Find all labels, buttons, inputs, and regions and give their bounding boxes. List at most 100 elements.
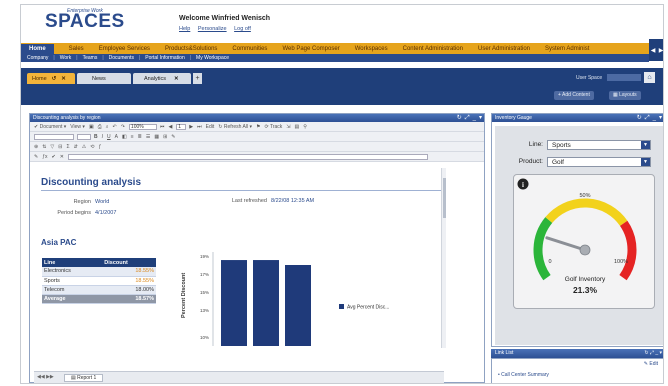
subnav-item-documents[interactable]: Documents <box>109 55 134 61</box>
subnav-item-work[interactable]: Work <box>60 55 72 61</box>
tab-home[interactable]: Home ↺ ✕ <box>27 73 75 84</box>
minimize-icon[interactable]: _ <box>653 114 656 122</box>
chart-icon[interactable]: ▤ <box>295 124 300 130</box>
link-list-item[interactable]: • Call Center Summary <box>498 372 549 378</box>
page-input[interactable]: 1 <box>176 123 187 130</box>
formula-function-icon[interactable]: ƒx <box>42 154 47 160</box>
nav-item-products-solutions[interactable]: Products&Solutions <box>165 46 217 52</box>
logoff-link[interactable]: Log off <box>234 26 251 32</box>
edit-button[interactable]: Edit <box>206 124 215 130</box>
format-icon[interactable]: ✎ <box>171 134 175 140</box>
subnav-item-teams[interactable]: Teams <box>83 55 98 61</box>
print-icon[interactable]: ⎙ <box>98 124 102 130</box>
close-icon[interactable]: ✕ <box>61 76 66 82</box>
find-icon[interactable]: ⌕ <box>106 124 109 130</box>
layouts-button[interactable]: ▦ Layouts <box>609 91 641 100</box>
refresh-icon[interactable]: ↻ <box>644 350 648 356</box>
formula-edit-icon[interactable]: ✎ <box>34 154 38 160</box>
minimize-icon[interactable]: _ <box>655 350 658 356</box>
refresh-all-button[interactable]: ↻ Refresh All ▾ <box>218 124 252 130</box>
ranking-icon[interactable]: ⇵ <box>74 144 78 150</box>
nav-item-communities[interactable]: Communities <box>232 46 267 52</box>
nav-item-home[interactable]: Home <box>21 43 54 54</box>
user-space-selector[interactable] <box>607 74 641 81</box>
close-icon[interactable]: ✕ <box>174 76 179 82</box>
edit-link[interactable]: ✎ Edit <box>644 361 658 367</box>
nav-scroll-arrows[interactable]: ◀ ▶ <box>649 39 663 61</box>
minimize-icon[interactable]: _ <box>473 114 476 122</box>
save-icon[interactable]: ▣ <box>89 124 94 130</box>
font-size-select[interactable] <box>77 133 91 140</box>
personalize-link[interactable]: Personalize <box>198 26 227 32</box>
sort-icon[interactable]: ⇅ <box>42 144 46 150</box>
search-icon[interactable]: ⚲ <box>303 124 307 130</box>
merge-icon[interactable]: ⊞ <box>163 134 167 140</box>
chevron-left-icon[interactable]: ◀ <box>651 47 656 54</box>
tab-news[interactable]: News <box>77 73 131 84</box>
insert-icon[interactable]: ⊕ <box>34 144 38 150</box>
tab-analytics[interactable]: Analytics ✕ <box>133 73 191 84</box>
previous-page-icon[interactable]: ◀ <box>168 124 172 130</box>
add-tab-button[interactable]: + <box>193 73 202 84</box>
expand-icon[interactable]: ⤢ <box>645 114 650 122</box>
menu-icon[interactable]: ▾ <box>479 114 482 122</box>
document-vertical-scrollbar[interactable] <box>441 168 446 348</box>
refresh-icon[interactable]: ↺ <box>52 76 57 82</box>
align-right-icon[interactable]: ☰ <box>146 134 150 140</box>
report-tab[interactable]: ▤ Report 1 <box>64 374 104 382</box>
nav-item-sales[interactable]: Sales <box>69 46 84 52</box>
nav-item-system-administration[interactable]: System Administ <box>545 46 589 52</box>
font-color-icon[interactable]: A <box>115 134 118 140</box>
filter-icon[interactable]: ▽ <box>50 144 54 150</box>
menu-icon[interactable]: ▾ <box>659 350 662 356</box>
zoom-input[interactable]: 100% <box>128 123 157 130</box>
chevron-down-icon[interactable]: ▼ <box>641 158 650 166</box>
line-dropdown[interactable]: Sports ▼ <box>547 140 651 150</box>
sum-icon[interactable]: Σ <box>66 144 69 150</box>
menu-icon[interactable]: ▾ <box>659 114 662 122</box>
subnav-item-company[interactable]: Company <box>27 55 48 61</box>
home-icon[interactable]: ⌂ <box>644 72 655 83</box>
formula-cancel-icon[interactable]: ✕ <box>60 154 64 160</box>
undo-icon[interactable]: ↶ <box>113 124 117 130</box>
align-center-icon[interactable]: ≣ <box>138 134 142 140</box>
subnav-item-my-workspace[interactable]: My Workspace <box>196 55 229 61</box>
turn-to-icon[interactable]: ⟲ <box>90 144 94 150</box>
view-menu[interactable]: View ▾ <box>70 124 85 130</box>
italic-icon[interactable]: I <box>102 134 103 140</box>
add-content-button[interactable]: + Add Content <box>554 91 594 100</box>
help-link[interactable]: Help <box>179 26 190 32</box>
redo-icon[interactable]: ↷ <box>121 124 125 130</box>
align-left-icon[interactable]: ≡ <box>131 134 134 140</box>
last-page-icon[interactable]: ⏭ <box>197 124 202 130</box>
break-icon[interactable]: ⊟ <box>58 144 62 150</box>
alerter-icon[interactable]: ⚠ <box>82 144 86 150</box>
variable-icon[interactable]: ƒ <box>98 144 101 150</box>
chevron-right-icon[interactable]: ▶ <box>659 47 663 54</box>
nav-item-workspaces[interactable]: Workspaces <box>355 46 388 52</box>
formula-input[interactable] <box>67 153 428 160</box>
expand-icon[interactable]: ⤢ <box>650 350 654 356</box>
document-menu[interactable]: ✔ Document ▾ <box>34 124 66 130</box>
tab-nav-arrows-icon[interactable]: ◀◀ ▶▶ <box>37 374 54 380</box>
scrollbar-thumb[interactable] <box>443 178 446 218</box>
nav-item-web-page-composer[interactable]: Web Page Composer <box>282 46 339 52</box>
chevron-down-icon[interactable]: ▼ <box>641 141 650 149</box>
next-page-icon[interactable]: ▶ <box>189 124 193 130</box>
drill-icon[interactable]: ⇲ <box>286 124 290 130</box>
font-family-select[interactable] <box>34 133 74 140</box>
nav-item-user-administration[interactable]: User Administration <box>478 46 530 52</box>
underline-icon[interactable]: U <box>107 134 111 140</box>
subnav-item-portal-information[interactable]: Portal Information <box>145 55 184 61</box>
product-dropdown[interactable]: Golf ▼ <box>547 157 651 167</box>
first-page-icon[interactable]: ⏮ <box>160 124 165 130</box>
borders-icon[interactable]: ▦ <box>154 134 159 140</box>
fill-color-icon[interactable]: ◧ <box>122 134 127 140</box>
refresh-icon[interactable]: ↻ <box>457 114 462 122</box>
filter-icon[interactable]: ⚑ <box>256 124 260 130</box>
nav-item-employee-services[interactable]: Employee Services <box>99 46 150 52</box>
bold-icon[interactable]: B <box>94 134 98 140</box>
formula-validate-icon[interactable]: ✔ <box>51 154 55 160</box>
expand-icon[interactable]: ⤢ <box>465 114 470 122</box>
refresh-icon[interactable]: ↻ <box>637 114 642 122</box>
